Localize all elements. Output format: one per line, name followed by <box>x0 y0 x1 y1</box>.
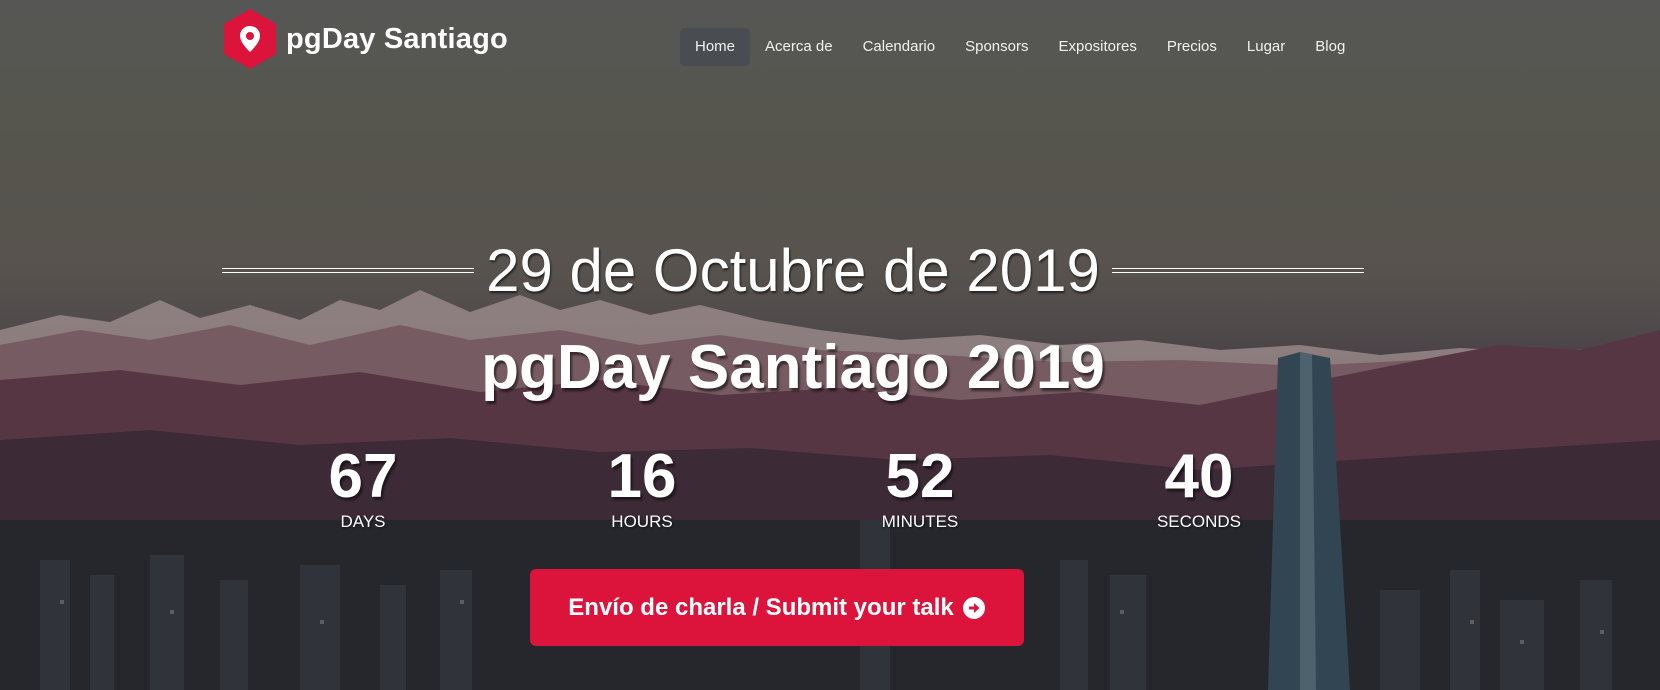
countdown-minutes-value: 52 <box>885 442 955 511</box>
nav-item-precios[interactable]: Precios <box>1152 28 1232 66</box>
site-logo[interactable]: pgDay Santiago <box>222 8 508 70</box>
countdown-seconds: 40 SECONDS <box>1119 444 1279 534</box>
countdown-days-value: 67 <box>328 442 398 511</box>
site-name: pgDay Santiago <box>286 22 508 55</box>
nav-item-lugar[interactable]: Lugar <box>1232 28 1300 66</box>
countdown-days: 67 DAYS <box>283 444 443 534</box>
countdown-minutes-label: MINUTES <box>881 512 959 531</box>
date-divider-right <box>1112 268 1364 273</box>
event-date-row: 29 de Octubre de 2019 <box>222 236 1364 306</box>
submit-talk-button[interactable]: Envío de charla / Submit your talk <box>530 569 1024 646</box>
nav-item-blog[interactable]: Blog <box>1300 28 1360 66</box>
countdown-days-label: DAYS <box>340 512 386 531</box>
arrow-circle-right-icon <box>962 596 985 619</box>
main-nav: Home Acerca de Calendario Sponsors Expos… <box>680 28 1360 66</box>
countdown: 67 DAYS 16 HOURS 52 MINUTES 40 SECONDS <box>0 444 1660 544</box>
nav-item-expositores[interactable]: Expositores <box>1043 28 1151 66</box>
event-title: pgDay Santiago 2019 <box>481 333 1105 402</box>
countdown-hours-label: HOURS <box>611 512 673 531</box>
nav-item-home[interactable]: Home <box>680 28 751 66</box>
nav-item-acerca-de[interactable]: Acerca de <box>750 28 848 66</box>
nav-item-calendario[interactable]: Calendario <box>848 28 951 66</box>
countdown-minutes: 52 MINUTES <box>840 444 1000 534</box>
countdown-seconds-label: SECONDS <box>1156 512 1242 531</box>
countdown-seconds-value: 40 <box>1164 442 1234 511</box>
nav-item-sponsors[interactable]: Sponsors <box>950 28 1043 66</box>
submit-talk-label: Envío de charla / Submit your talk <box>568 593 954 621</box>
map-pin-icon <box>222 8 278 70</box>
countdown-hours-value: 16 <box>607 442 677 511</box>
countdown-hours: 16 HOURS <box>562 444 722 534</box>
